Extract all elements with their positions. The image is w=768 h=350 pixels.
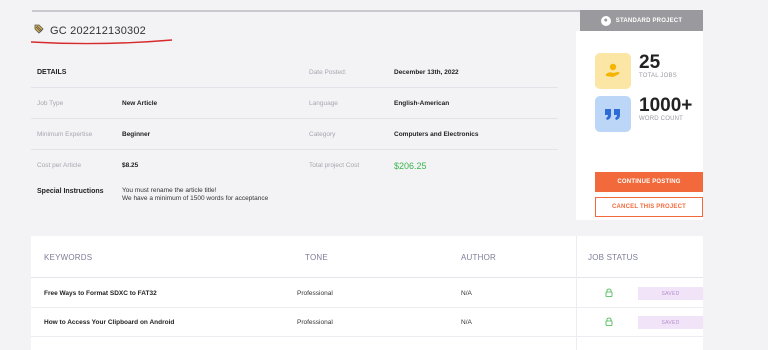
date-posted-value: December 13th, 2022 (394, 69, 459, 76)
instructions-label: Special Instructions (37, 188, 104, 195)
job-type-value: New Article (122, 100, 158, 107)
quote-icon (595, 96, 631, 132)
table-row: How to Access Your Clipboard on Android … (31, 308, 703, 337)
details-row: Job Type New Article Language English-Am… (31, 88, 558, 119)
total-jobs-stat: 25 TOTAL JOBS (595, 53, 677, 89)
tone-cell: Professional (297, 290, 333, 297)
language-label: Language (309, 100, 338, 107)
red-annotation-underline (30, 39, 173, 45)
language-value: English-American (394, 100, 450, 107)
top-divider (32, 10, 580, 12)
details-row: Cost per Article $8.25 Total project Cos… (31, 150, 558, 181)
keyword-cell[interactable]: Free Ways to Format SDXC to FAT32 (44, 279, 157, 308)
job-type-label: Job Type (37, 100, 64, 107)
hand-coin-icon (595, 53, 631, 89)
standard-project-label: STANDARD PROJECT (615, 17, 683, 24)
tone-header: TONE (305, 252, 328, 262)
standard-project-badge: ● STANDARD PROJECT (580, 10, 703, 31)
details-row: DETAILS Date Posted: December 13th, 2022 (31, 57, 558, 88)
project-page: ● STANDARD PROJECT GC 202212130302 DETAI… (0, 0, 768, 350)
lock-icon[interactable] (605, 288, 613, 297)
author-cell: N/A (461, 290, 472, 297)
instructions-text: You must rename the article title! We ha… (122, 187, 268, 203)
details-row: Minimum Expertise Beginner Category Comp… (31, 119, 558, 150)
continue-posting-button[interactable]: CONTINUE POSTING (595, 172, 703, 192)
status-badge: SAVED (638, 287, 703, 300)
lock-icon[interactable] (605, 317, 613, 326)
word-count-label: WORD COUNT (639, 116, 683, 122)
table-header: KEYWORDS TONE AUTHOR JOB STATUS (31, 236, 703, 278)
category-label: Category (309, 131, 336, 138)
details-heading: DETAILS (37, 69, 67, 76)
instructions-line-2: We have a minimum of 1500 words for acce… (122, 195, 269, 202)
project-id: GC 202212130302 (50, 24, 146, 37)
author-cell: N/A (461, 319, 472, 326)
chat-bubble-icon: ● (600, 15, 611, 26)
word-count-value: 1000+ (639, 95, 693, 116)
word-count-stat: 1000+ WORD COUNT (595, 96, 692, 132)
total-jobs-label: TOTAL JOBS (639, 73, 677, 79)
job-status-header: JOB STATUS (588, 252, 639, 262)
keyword-cell[interactable]: How to Access Your Clipboard on Android (44, 308, 174, 337)
instructions-line-1: You must rename the article title! (122, 187, 217, 194)
keywords-header: KEYWORDS (44, 252, 93, 262)
status-badge: SAVED (638, 316, 703, 329)
details-table: DETAILS Date Posted: December 13th, 2022… (31, 57, 558, 181)
cancel-project-button[interactable]: CANCEL THIS PROJECT (595, 197, 703, 217)
author-header: AUTHOR (461, 252, 496, 262)
date-posted-label: Date Posted: (309, 69, 347, 76)
table-row: Free Ways to Format SDXC to FAT32 Profes… (31, 279, 703, 308)
category-value: Computers and Electronics (394, 131, 479, 138)
total-cost-label: Total project Cost (309, 162, 360, 169)
total-jobs-count: 25 (639, 52, 661, 73)
total-cost-value: $206.25 (394, 160, 427, 171)
cost-label: Cost per Article (37, 162, 82, 169)
expertise-label: Minimum Expertise (37, 131, 93, 138)
tone-cell: Professional (297, 319, 333, 326)
keywords-table: KEYWORDS TONE AUTHOR JOB STATUS Free Way… (31, 236, 703, 350)
cost-value: $8.25 (122, 162, 139, 169)
expertise-value: Beginner (122, 131, 151, 138)
